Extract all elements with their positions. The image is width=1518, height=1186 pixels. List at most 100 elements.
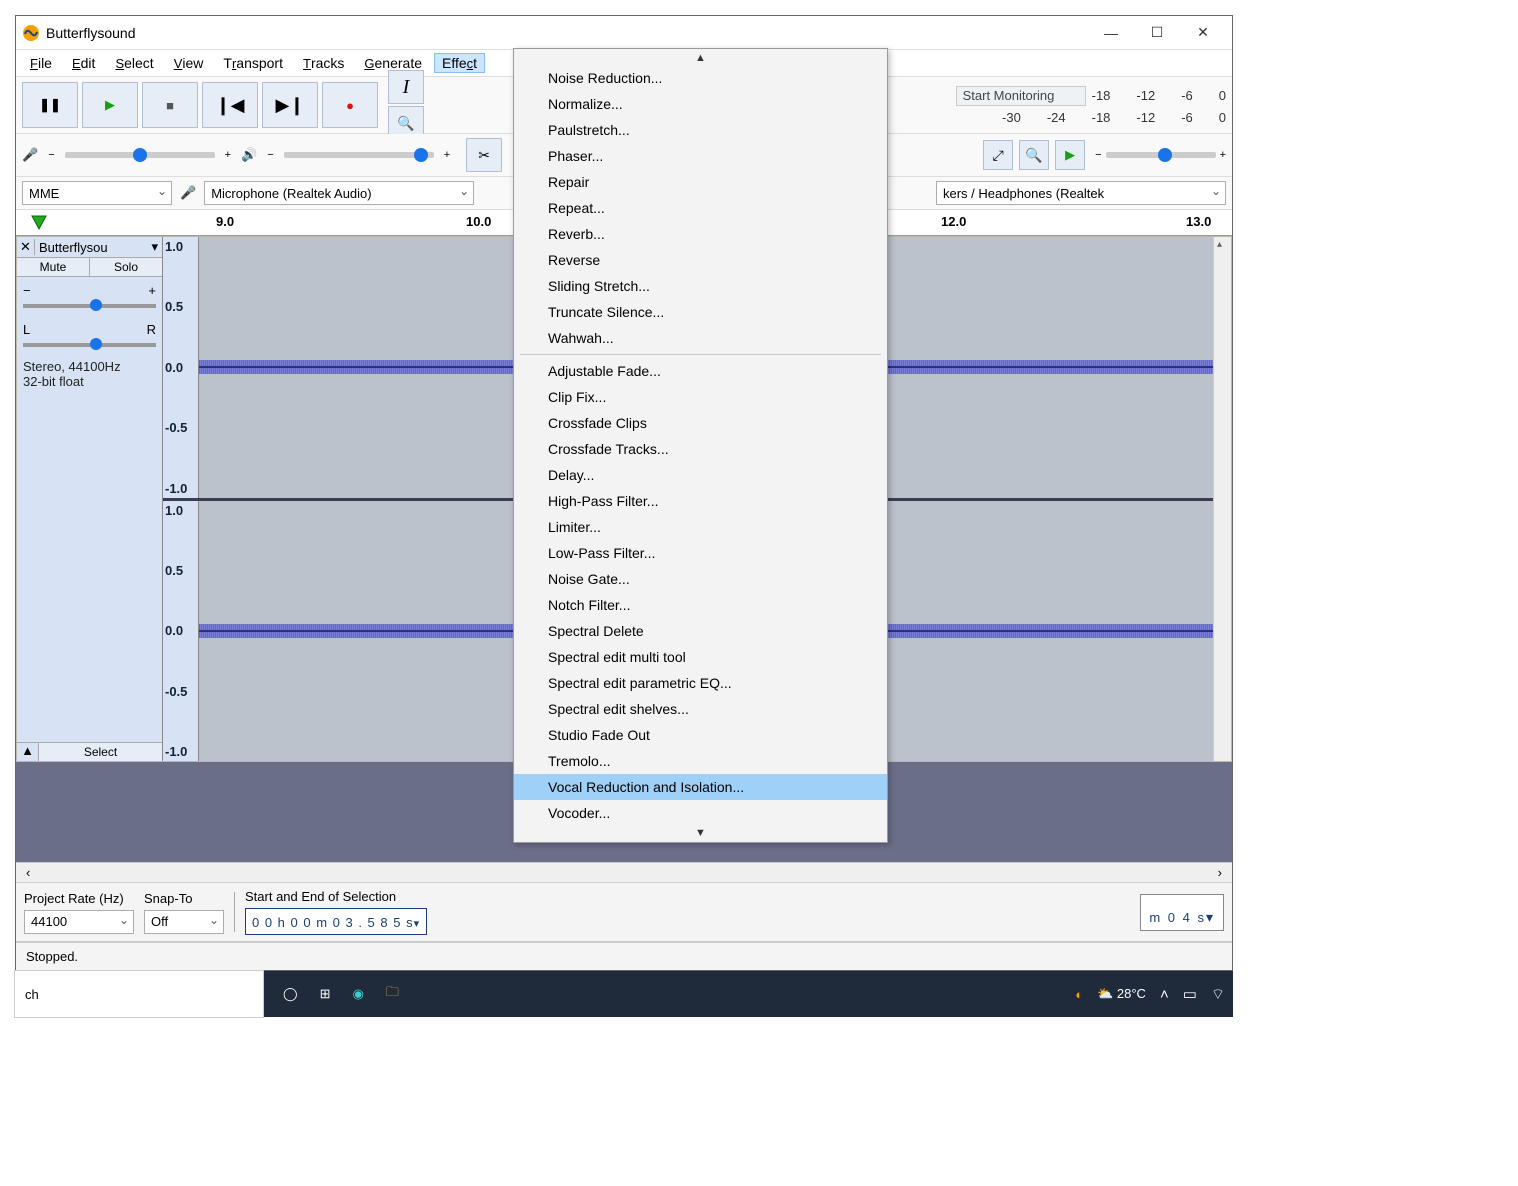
- effect-menu-item[interactable]: Tremolo...: [514, 748, 887, 774]
- task-view-icon[interactable]: ⊞: [320, 986, 331, 1002]
- skip-start-button[interactable]: ❙◀: [202, 82, 258, 128]
- effect-menu-item[interactable]: Sliding Stretch...: [514, 273, 887, 299]
- maximize-button[interactable]: ☐: [1134, 18, 1180, 48]
- titlebar: Butterflysound — ☐ ✕: [16, 16, 1232, 50]
- effect-menu-item[interactable]: Delay...: [514, 462, 887, 488]
- menu-transport[interactable]: Transport: [215, 53, 291, 73]
- app-window: Butterflysound — ☐ ✕ File Edit Select Vi…: [15, 15, 1233, 971]
- menu-scroll-up[interactable]: ▲: [514, 51, 887, 65]
- effect-menu-item[interactable]: Spectral edit multi tool: [514, 644, 887, 670]
- menu-scroll-down[interactable]: ▼: [514, 826, 887, 840]
- menu-select[interactable]: Select: [107, 53, 161, 73]
- scroll-left-icon[interactable]: ‹: [26, 865, 30, 880]
- effect-menu-item[interactable]: Reverb...: [514, 221, 887, 247]
- pause-button[interactable]: ❚❚: [22, 82, 78, 128]
- effect-menu-item[interactable]: Crossfade Tracks...: [514, 436, 887, 462]
- effect-menu-item[interactable]: Reverse: [514, 247, 887, 273]
- track-collapse-button[interactable]: ▲: [17, 743, 39, 761]
- battery-icon[interactable]: ▭: [1183, 985, 1197, 1003]
- play-region-button[interactable]: ▶: [1055, 140, 1085, 170]
- effect-menu-item[interactable]: Clip Fix...: [514, 384, 887, 410]
- effect-menu-item[interactable]: Phaser...: [514, 143, 887, 169]
- skip-end-button[interactable]: ▶❙: [262, 82, 318, 128]
- effect-menu-item[interactable]: Vocoder...: [514, 800, 887, 826]
- recording-meter[interactable]: Start Monitoring: [956, 86, 1086, 106]
- menu-effect[interactable]: Effect: [434, 53, 485, 73]
- gain-slider[interactable]: −+: [17, 277, 162, 316]
- zoom-fit-button[interactable]: 🔍: [1019, 140, 1049, 170]
- close-button[interactable]: ✕: [1180, 18, 1226, 48]
- stop-button[interactable]: ■: [142, 82, 198, 128]
- recording-device-combo[interactable]: Microphone (Realtek Audio): [204, 181, 474, 205]
- pan-slider[interactable]: LR: [17, 316, 162, 355]
- effect-menu-item[interactable]: Spectral edit shelves...: [514, 696, 887, 722]
- effect-menu-item[interactable]: Limiter...: [514, 514, 887, 540]
- text-tool-button[interactable]: I: [388, 70, 424, 104]
- effect-menu-item[interactable]: Noise Gate...: [514, 566, 887, 592]
- effect-menu-dropdown: ▲ Noise Reduction...Normalize...Paulstre…: [513, 48, 888, 843]
- effect-menu-item[interactable]: Crossfade Clips: [514, 410, 887, 436]
- tray-chevron-icon[interactable]: ˄: [1160, 986, 1169, 1003]
- effect-menu-item[interactable]: Adjustable Fade...: [514, 358, 887, 384]
- zoom-sel-button[interactable]: ⤢: [983, 140, 1013, 170]
- wifi-icon[interactable]: ⌔: [1211, 985, 1225, 1004]
- playhead-icon[interactable]: [28, 212, 50, 234]
- effect-menu-item[interactable]: Repair: [514, 169, 887, 195]
- effect-menu-item[interactable]: Repeat...: [514, 195, 887, 221]
- track-control-panel: ✕ Butterflysou▾ Mute Solo −+ LR Stereo, …: [17, 237, 163, 761]
- project-rate-combo[interactable]: 44100: [24, 910, 134, 934]
- mic-icon: 🎤: [22, 147, 38, 163]
- audio-position-display[interactable]: m 0 4 s▾: [1140, 894, 1224, 931]
- effect-menu-item[interactable]: Notch Filter...: [514, 592, 887, 618]
- snap-to-combo[interactable]: Off: [144, 910, 224, 934]
- scroll-right-icon[interactable]: ›: [1218, 865, 1222, 880]
- cortana-icon[interactable]: ◯: [283, 986, 298, 1002]
- snap-to-label: Snap-To: [144, 891, 224, 906]
- playback-device-combo[interactable]: kers / Headphones (Realtek: [936, 181, 1226, 205]
- vertical-scrollbar[interactable]: [1213, 237, 1231, 761]
- playback-speed-slider[interactable]: − +: [1095, 140, 1226, 170]
- cut-button[interactable]: ✂: [466, 138, 502, 172]
- play-button[interactable]: ▶: [82, 82, 138, 128]
- weather-widget[interactable]: ⛅ 28°C: [1097, 986, 1146, 1002]
- audio-host-combo[interactable]: MME: [22, 181, 172, 205]
- effect-menu-item[interactable]: High-Pass Filter...: [514, 488, 887, 514]
- menu-view[interactable]: View: [166, 53, 212, 73]
- effect-menu-item[interactable]: Spectral Delete: [514, 618, 887, 644]
- explorer-icon[interactable]: 🗀: [386, 983, 399, 1005]
- mute-button[interactable]: Mute: [17, 258, 90, 276]
- menu-edit[interactable]: Edit: [64, 53, 103, 73]
- menu-tracks[interactable]: Tracks: [295, 53, 352, 73]
- effect-menu-item[interactable]: Spectral edit parametric EQ...: [514, 670, 887, 696]
- effect-menu-item[interactable]: Normalize...: [514, 91, 887, 117]
- speaker-icon: 🔊: [241, 147, 257, 163]
- playback-volume-slider[interactable]: [284, 152, 434, 158]
- ruler-tick: 10.0: [466, 214, 491, 229]
- ruler-tick: 13.0: [1186, 214, 1211, 229]
- selection-start-field[interactable]: 0 0 h 0 0 m 0 3 . 5 8 5 s▾: [245, 908, 427, 935]
- rec-meter-ticks: -18 -12 -6 0: [1092, 88, 1226, 103]
- record-button[interactable]: ●: [322, 82, 378, 128]
- effect-menu-item[interactable]: Noise Reduction...: [514, 65, 887, 91]
- effect-menu-item[interactable]: Wahwah...: [514, 325, 887, 351]
- status-bar: Stopped.: [16, 942, 1232, 970]
- menu-file[interactable]: File: [22, 53, 60, 73]
- track-close-button[interactable]: ✕: [17, 239, 35, 255]
- audacity-taskbar-icon[interactable]: ◐: [1075, 987, 1083, 1002]
- effect-menu-item[interactable]: Paulstretch...: [514, 117, 887, 143]
- track-format-info: Stereo, 44100Hz 32-bit float: [17, 355, 162, 393]
- edge-icon[interactable]: ◉: [352, 986, 363, 1002]
- effect-menu-item[interactable]: Vocal Reduction and Isolation...: [514, 774, 887, 800]
- minimize-button[interactable]: —: [1088, 18, 1134, 48]
- status-text: Stopped.: [26, 949, 78, 964]
- search-box[interactable]: ch: [14, 970, 264, 1018]
- effect-menu-item[interactable]: Truncate Silence...: [514, 299, 887, 325]
- horizontal-scrollbar[interactable]: ‹ ›: [16, 862, 1232, 882]
- recording-volume-slider[interactable]: [65, 152, 215, 158]
- solo-button[interactable]: Solo: [90, 258, 162, 276]
- track-select-button[interactable]: Select: [39, 743, 162, 761]
- track-name-dropdown[interactable]: Butterflysou▾: [35, 237, 162, 257]
- effect-menu-item[interactable]: Low-Pass Filter...: [514, 540, 887, 566]
- effect-menu-item[interactable]: Studio Fade Out: [514, 722, 887, 748]
- ruler-tick: 12.0: [941, 214, 966, 229]
